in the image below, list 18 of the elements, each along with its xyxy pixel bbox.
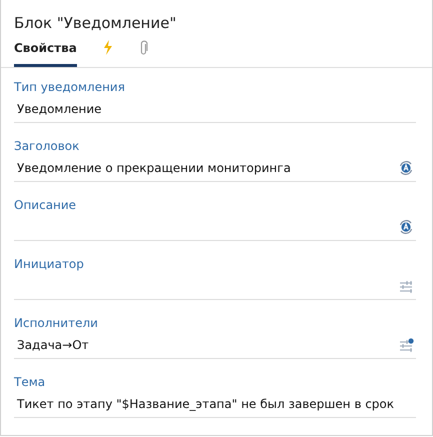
input-field[interactable]: Задача→От [14, 331, 416, 359]
paperclip-icon [138, 40, 148, 56]
field-label: Инициатор [14, 256, 85, 272]
field-label: Исполнители [14, 315, 99, 331]
input-field[interactable]: Уведомление [14, 95, 416, 123]
field-label: Тип уведомления [14, 79, 126, 95]
properties-tab[interactable]: Свойства [14, 37, 77, 67]
field-label: Тема [14, 374, 46, 390]
input-field[interactable]: Уведомление о прекращении мониторинга [14, 154, 416, 182]
sliders-icon[interactable] [398, 278, 414, 292]
field-label: Описание [14, 197, 78, 213]
input-field[interactable]: Тикет по этапу "$Название_этапа" не был завершен в срок [14, 390, 416, 418]
field-label: Заголовок [14, 138, 80, 154]
panel-title: Блок "Уведомление" [13, 13, 178, 32]
sliders-icon[interactable] [398, 338, 414, 352]
localize-icon[interactable] [398, 218, 414, 234]
lightning-icon [102, 40, 113, 55]
localize-icon[interactable] [398, 160, 414, 176]
